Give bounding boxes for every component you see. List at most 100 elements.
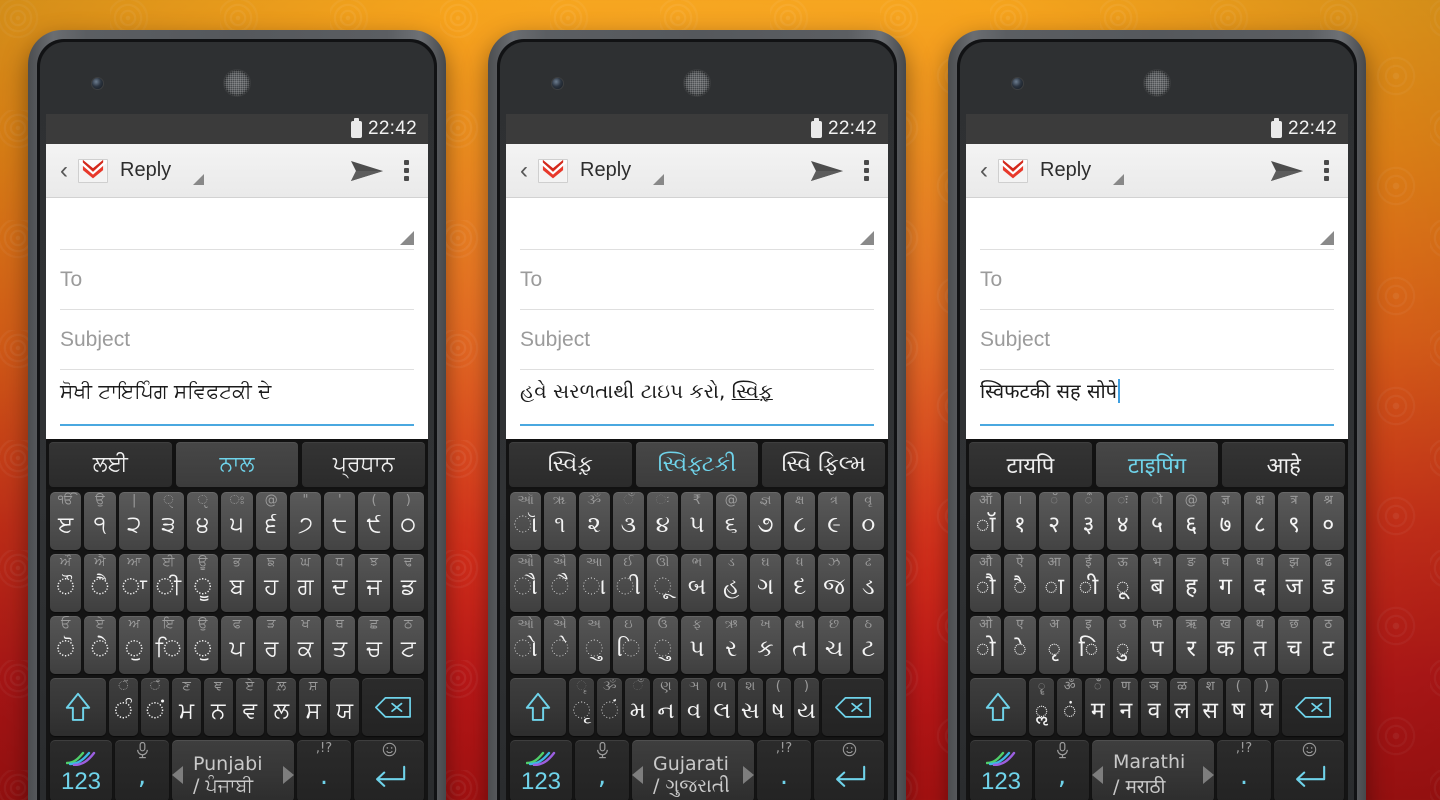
next-language-icon[interactable]	[283, 766, 294, 784]
key-ਹ[interactable]: ਙਹ	[255, 554, 287, 612]
prev-language-icon[interactable]	[172, 766, 183, 784]
key-द[interactable]: धद	[1244, 554, 1276, 612]
key-ો[interactable]: ઓો	[510, 616, 542, 674]
suggestion-item[interactable]: સ્વિફ્ટકી	[635, 442, 759, 487]
key-ਰ[interactable]: ੜਰ	[255, 616, 287, 674]
key-ષ[interactable]: (ષ	[765, 678, 791, 736]
key-ર[interactable]: ઋર	[715, 616, 747, 674]
backspace-key[interactable]	[362, 678, 424, 736]
key-ૉ[interactable]: ઑૉ	[510, 492, 542, 550]
key-ਵ[interactable]: ਏਵ	[235, 678, 265, 736]
key-ग[interactable]: घग	[1209, 554, 1242, 612]
key-੬[interactable]: @੬	[255, 492, 287, 550]
key-ੋ[interactable]: ਓੋ	[50, 616, 82, 674]
key-ष[interactable]: (ष	[1225, 678, 1251, 736]
enter-key[interactable]	[1274, 740, 1344, 800]
key-५[interactable]: ॊ ५	[1141, 492, 1173, 550]
key-ી[interactable]: ઈી	[612, 554, 645, 612]
backspace-key[interactable]	[1281, 678, 1344, 736]
key-੮[interactable]: ' ੮	[324, 492, 356, 550]
key-੩[interactable]: ੑ ੩	[152, 492, 185, 550]
key-ૂ[interactable]: ઊૂ	[647, 554, 679, 612]
key-ਲ[interactable]: ਲ਼ ਲ	[267, 678, 296, 736]
from-expand-icon[interactable]	[860, 231, 874, 245]
next-language-icon[interactable]	[1203, 766, 1214, 784]
key-य[interactable]: ) य	[1253, 678, 1279, 736]
overflow-menu-icon[interactable]	[1314, 160, 1338, 181]
key-પ[interactable]: ફપ	[681, 616, 713, 674]
key-ટ[interactable]: ઠટ	[852, 616, 884, 674]
mic-icon[interactable]	[1035, 742, 1089, 759]
key-ਡ[interactable]: ਢਡ	[392, 554, 424, 612]
send-icon[interactable]	[1270, 158, 1304, 184]
key-੪[interactable]: ੵ ੪	[187, 492, 219, 550]
key-४[interactable]: ः ४	[1107, 492, 1139, 550]
key-ਤ[interactable]: ਥਤ	[324, 616, 356, 674]
key-६[interactable]: @६	[1175, 492, 1207, 550]
period-key[interactable]: ,!?.	[297, 740, 351, 800]
key-ં[interactable]: ૐં	[597, 678, 623, 736]
key-३[interactable]: ऀ ३	[1072, 492, 1105, 550]
send-icon[interactable]	[810, 158, 844, 184]
symbols-123-key[interactable]: 123	[50, 740, 112, 800]
comma-key[interactable]: ,	[115, 740, 169, 800]
overflow-menu-icon[interactable]	[394, 160, 418, 181]
key-ੲ[interactable]: ੴੲ	[50, 492, 82, 550]
subject-field[interactable]: Subject	[980, 310, 1334, 370]
key-બ[interactable]: ભબ	[681, 554, 713, 612]
key-ृ[interactable]: अृ	[1038, 616, 1070, 674]
key-ॢ[interactable]: ॄॢ	[1029, 678, 1055, 736]
key-ा[interactable]: आा	[1038, 554, 1070, 612]
key-७[interactable]: ज्ञ ७	[1209, 492, 1242, 550]
key-ડ[interactable]: ઢડ	[852, 554, 884, 612]
gmail-icon[interactable]	[998, 158, 1028, 183]
key-ट[interactable]: ठट	[1312, 616, 1344, 674]
key-ो[interactable]: ओो	[970, 616, 1002, 674]
to-field[interactable]: To	[60, 250, 414, 310]
key-ਾ[interactable]: ਆਾ	[118, 554, 150, 612]
emoji-smiley-icon[interactable]	[1274, 742, 1344, 757]
key-ਸ[interactable]: ਸ਼ ਸ	[298, 678, 328, 736]
gmail-icon[interactable]	[78, 158, 108, 183]
key-व[interactable]: ञव	[1141, 678, 1167, 736]
key-ત[interactable]: થત	[784, 616, 816, 674]
key-ੁ[interactable]: ਉੁ	[187, 616, 219, 674]
key-स[interactable]: शस	[1197, 678, 1223, 736]
prev-language-icon[interactable]	[632, 766, 643, 784]
key-ੁ[interactable]: ਅੁ	[118, 616, 150, 674]
message-body-field[interactable]: ਸੋਖੀ ਟਾਇਪਿੰਗ ਸਵਿਫਟਕੀ ਦੇ	[60, 370, 414, 426]
period-key[interactable]: ,!?.	[757, 740, 811, 800]
key-ु[interactable]: उु	[1107, 616, 1139, 674]
suggestion-item[interactable]: ਲਈ	[49, 442, 172, 487]
shift-key[interactable]	[50, 678, 106, 736]
from-expand-icon[interactable]	[1320, 231, 1334, 245]
suggestion-item[interactable]: टाइपिंग	[1095, 442, 1219, 487]
key-प[interactable]: फप	[1141, 616, 1173, 674]
key-ल[interactable]: ळल	[1169, 678, 1195, 736]
key-મ[interactable]: ઁ મ	[625, 678, 651, 736]
chevron-down-icon[interactable]	[653, 174, 665, 185]
next-language-icon[interactable]	[743, 766, 754, 784]
key-੫[interactable]: ਃ ੫	[221, 492, 253, 550]
gmail-icon[interactable]	[538, 158, 568, 183]
backspace-key[interactable]	[821, 678, 884, 736]
from-field[interactable]	[520, 198, 874, 250]
enter-key[interactable]	[814, 740, 884, 800]
from-expand-icon[interactable]	[400, 231, 414, 245]
key-ਗ[interactable]: ਘਗ	[289, 554, 322, 612]
key-੭[interactable]: " ੭	[289, 492, 322, 550]
suggestion-item[interactable]: સ્વિ ફિલ્મ	[762, 442, 886, 487]
back-chevron-icon[interactable]: ‹	[974, 158, 994, 183]
shift-key[interactable]	[970, 678, 1026, 736]
key-૨[interactable]: ૐ૨	[578, 492, 610, 550]
key-ગ[interactable]: ઘગ	[749, 554, 782, 612]
key-९[interactable]: त्र ९	[1278, 492, 1310, 550]
key-લ[interactable]: ળલ	[709, 678, 735, 736]
key-ਟ[interactable]: ਠਟ	[392, 616, 424, 674]
key-ય[interactable]: ) ય	[793, 678, 819, 736]
chevron-down-icon[interactable]	[1113, 174, 1125, 185]
key-੯[interactable]: (੯	[358, 492, 390, 550]
message-body-field[interactable]: હવે સરળતાથી ટાઇપ કરો, સ્વિફ઼	[520, 370, 874, 426]
key-ુ[interactable]: અુ	[578, 616, 610, 674]
key-ਮ[interactable]: ਣਮ	[172, 678, 201, 736]
